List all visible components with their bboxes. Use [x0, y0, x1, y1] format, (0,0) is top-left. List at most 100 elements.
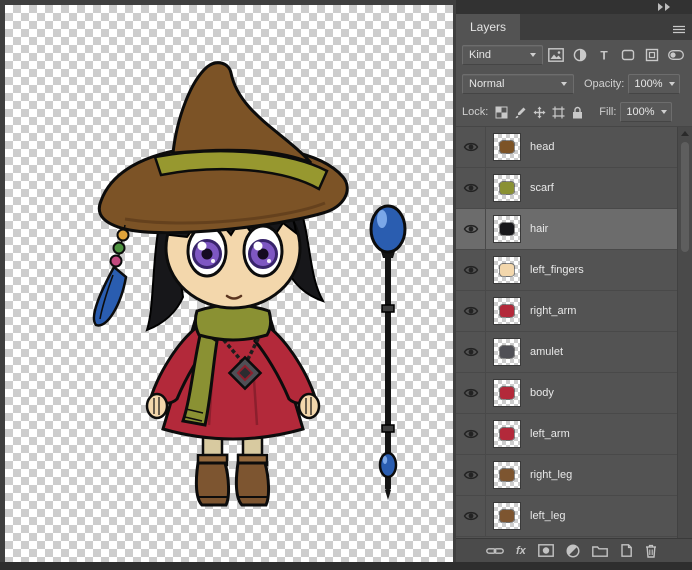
layer-thumbnail[interactable] [494, 339, 520, 365]
layer-thumbnail[interactable] [494, 257, 520, 283]
visibility-toggle[interactable] [456, 291, 486, 331]
layers-scrollbar[interactable] [677, 127, 692, 538]
visibility-toggle[interactable] [456, 209, 486, 249]
layer-name[interactable]: body [530, 387, 554, 399]
layer-row[interactable]: right_leg [456, 455, 677, 496]
layers-bottom-toolbar: fx [456, 538, 692, 562]
thumbnail-art [500, 469, 514, 481]
eye-icon [463, 224, 478, 234]
layer-thumbnail[interactable] [494, 380, 520, 406]
layer-row[interactable]: amulet [456, 332, 677, 373]
visibility-toggle[interactable] [456, 373, 486, 413]
opacity-value-box[interactable]: 100% [628, 74, 681, 94]
window-bottom-strip [0, 562, 692, 570]
blend-mode-value: Normal [469, 78, 505, 90]
lock-transparent-pixels-icon[interactable] [492, 103, 511, 121]
layer-row[interactable]: left_fingers [456, 250, 677, 291]
character-art [92, 61, 349, 507]
visibility-toggle[interactable] [456, 250, 486, 290]
layer-row[interactable]: hair [456, 209, 677, 250]
layer-thumbnail[interactable] [494, 462, 520, 488]
layer-thumbnail[interactable] [494, 175, 520, 201]
panel-tab-bar: Layers [456, 14, 692, 40]
lock-image-pixels-icon[interactable] [511, 103, 530, 121]
eye-icon [463, 470, 478, 480]
adjustment-layer-icon[interactable] [566, 543, 580, 558]
layer-name[interactable]: scarf [530, 182, 554, 194]
photoshop-window: Layers Kind T Normal Opacity: 100% Lock:… [0, 0, 692, 570]
lock-artboard-icon[interactable] [549, 103, 568, 121]
layer-thumbnail[interactable] [494, 216, 520, 242]
thumbnail-art [500, 182, 514, 194]
smart-object-filter-icon[interactable] [641, 45, 662, 65]
panel-menu-icon[interactable] [672, 22, 686, 40]
scroll-up-arrow-icon[interactable] [681, 131, 689, 136]
layers-list: head scarf hair left_fingers right_arm a… [456, 126, 692, 538]
pixel-layer-filter-icon[interactable] [546, 45, 567, 65]
canvas-area[interactable] [5, 5, 453, 562]
tab-layers[interactable]: Layers [456, 14, 521, 40]
visibility-toggle[interactable] [456, 168, 486, 208]
visibility-toggle[interactable] [456, 414, 486, 454]
layer-thumbnail[interactable] [494, 421, 520, 447]
eye-icon [463, 306, 478, 316]
layer-name[interactable]: amulet [530, 346, 563, 358]
layer-name[interactable]: left_arm [530, 428, 570, 440]
layers-panel: Layers Kind T Normal Opacity: 100% Lock:… [456, 0, 692, 562]
dock-header [456, 0, 692, 14]
layer-mask-icon[interactable] [537, 544, 554, 557]
kind-filter-dropdown[interactable]: Kind [462, 45, 543, 65]
collapse-panels-icon[interactable] [658, 3, 670, 11]
eye-icon [463, 511, 478, 521]
thumbnail-art [500, 141, 514, 153]
visibility-toggle[interactable] [456, 127, 486, 167]
new-group-icon[interactable] [591, 545, 608, 557]
visibility-toggle[interactable] [456, 455, 486, 495]
eye-icon [463, 429, 478, 439]
eye-icon [463, 265, 478, 275]
new-layer-icon[interactable] [620, 544, 633, 557]
lock-all-icon[interactable] [568, 103, 587, 121]
filter-toggle-icon[interactable] [665, 45, 686, 65]
layer-row[interactable]: left_arm [456, 414, 677, 455]
fill-value-box[interactable]: 100% [620, 102, 673, 122]
thumbnail-art [500, 510, 514, 522]
visibility-toggle[interactable] [456, 332, 486, 372]
layer-name[interactable]: left_leg [530, 510, 565, 522]
fill-label: Fill: [599, 106, 617, 118]
layer-thumbnail[interactable] [494, 134, 520, 160]
fx-label: fx [516, 544, 526, 557]
opacity-value: 100% [634, 78, 663, 90]
type-layer-filter-icon[interactable]: T [593, 45, 614, 65]
delete-layer-icon[interactable] [645, 544, 657, 558]
thumbnail-art [500, 387, 514, 399]
layer-name[interactable]: head [530, 141, 554, 153]
thumbnail-art [500, 346, 514, 358]
layer-name[interactable]: left_fingers [530, 264, 584, 276]
lock-row: Lock: Fill: 100% [456, 98, 692, 126]
tab-layers-label: Layers [470, 20, 507, 34]
layer-style-icon[interactable]: fx [516, 545, 526, 557]
scrollbar-thumb[interactable] [681, 142, 689, 252]
link-layers-icon[interactable] [486, 546, 504, 556]
shape-layer-filter-icon[interactable] [617, 45, 638, 65]
lock-label: Lock: [462, 106, 489, 118]
layer-row[interactable]: body [456, 373, 677, 414]
layer-thumbnail[interactable] [494, 503, 520, 529]
blend-mode-dropdown[interactable]: Normal [462, 74, 574, 94]
eye-icon [463, 347, 478, 357]
lock-position-icon[interactable] [530, 103, 549, 121]
layer-thumbnail[interactable] [494, 298, 520, 324]
layer-name[interactable]: hair [530, 223, 548, 235]
layer-row[interactable]: left_leg [456, 496, 677, 537]
visibility-toggle[interactable] [456, 496, 486, 536]
opacity-label: Opacity: [584, 78, 625, 90]
layer-name[interactable]: right_arm [530, 305, 576, 317]
layer-row[interactable]: head [456, 127, 677, 168]
staff-art [369, 204, 407, 500]
adjustment-layer-filter-icon[interactable] [569, 45, 590, 65]
thumbnail-art [500, 223, 514, 235]
layer-row[interactable]: scarf [456, 168, 677, 209]
layer-row[interactable]: right_arm [456, 291, 677, 332]
layer-name[interactable]: right_leg [530, 469, 572, 481]
